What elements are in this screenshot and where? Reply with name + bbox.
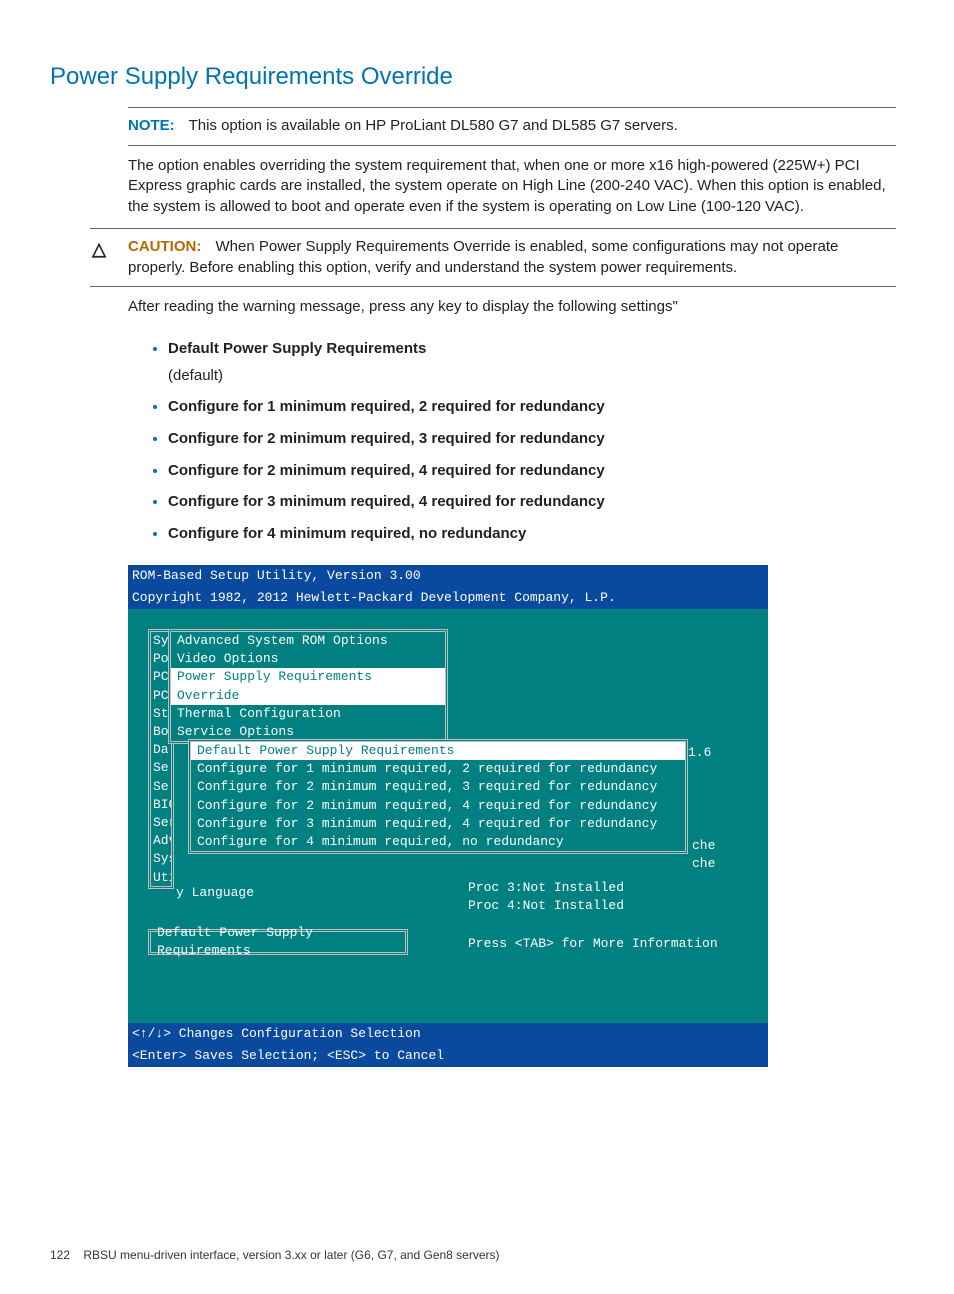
option-sub: (default) — [168, 366, 904, 387]
list-item: Configure for 1 minimum required, 2 requ… — [168, 396, 904, 418]
bios-proc-4: Proc 4:Not Installed — [468, 897, 624, 915]
bios-submenu-item[interactable]: Configure for 1 minimum required, 2 requ… — [191, 760, 685, 778]
bios-submenu[interactable]: Default Power Supply Requirements Config… — [188, 739, 688, 854]
bios-fragment: che — [692, 855, 715, 873]
list-item: Configure for 2 minimum required, 3 requ… — [168, 428, 904, 450]
bios-fragment: che — [692, 837, 715, 855]
option-label: Default Power Supply Requirements — [168, 340, 426, 357]
option-label: Configure for 2 minimum required, 4 requ… — [168, 462, 605, 479]
note-text: This option is available on HP ProLiant … — [189, 117, 678, 134]
note-label: NOTE: — [128, 117, 175, 134]
bios-main-menu[interactable]: Advanced System ROM Options Video Option… — [168, 629, 448, 744]
bios-proc-3: Proc 3:Not Installed — [468, 879, 624, 897]
page-footer: 122 RBSU menu-driven interface, version … — [50, 1247, 904, 1264]
caution-text: When Power Supply Requirements Override … — [128, 238, 838, 276]
bios-submenu-item[interactable]: Configure for 3 minimum required, 4 requ… — [191, 815, 685, 833]
options-list: Default Power Supply Requirements (defau… — [128, 338, 904, 545]
caution-label: CAUTION: — [128, 238, 201, 255]
bios-header-2: Copyright 1982, 2012 Hewlett-Packard Dev… — [128, 587, 768, 609]
list-item: Configure for 4 minimum required, no red… — [168, 523, 904, 545]
bios-fragment: 1.6 — [688, 744, 711, 762]
bios-footer-2: <Enter> Saves Selection; <ESC> to Cancel — [128, 1045, 768, 1067]
section-title: Power Supply Requirements Override — [50, 60, 904, 93]
bios-menu-item[interactable]: Thermal Configuration — [171, 705, 445, 723]
list-item: Configure for 3 minimum required, 4 requ… — [168, 491, 904, 513]
footer-text: RBSU menu-driven interface, version 3.xx… — [83, 1248, 499, 1262]
bios-menu-item[interactable]: Video Options — [171, 650, 445, 668]
caution-icon: △ — [90, 237, 108, 278]
list-item: Default Power Supply Requirements (defau… — [168, 338, 904, 386]
bios-submenu-item-selected[interactable]: Default Power Supply Requirements — [191, 742, 685, 760]
bios-status: Default Power Supply Requirements — [148, 929, 408, 955]
list-item: Configure for 2 minimum required, 4 requ… — [168, 460, 904, 482]
option-label: Configure for 3 minimum required, 4 requ… — [168, 493, 605, 510]
bios-fragment: y Language — [176, 884, 254, 902]
bios-submenu-item[interactable]: Configure for 4 minimum required, no red… — [191, 833, 685, 851]
page-number: 122 — [50, 1247, 80, 1264]
bios-submenu-item[interactable]: Configure for 2 minimum required, 3 requ… — [191, 778, 685, 796]
option-label: Configure for 2 minimum required, 3 requ… — [168, 430, 605, 447]
paragraph-2: After reading the warning message, press… — [128, 287, 896, 328]
bios-tab-hint: Press <TAB> for More Information — [468, 935, 718, 953]
option-label: Configure for 1 minimum required, 2 requ… — [168, 398, 605, 415]
bios-footer-1: <↑/↓> Changes Configuration Selection — [128, 1023, 768, 1045]
bios-header-1: ROM-Based Setup Utility, Version 3.00 — [128, 565, 768, 587]
paragraph-1: The option enables overriding the system… — [128, 146, 896, 228]
option-label: Configure for 4 minimum required, no red… — [168, 525, 526, 542]
bios-submenu-item[interactable]: Configure for 2 minimum required, 4 requ… — [191, 797, 685, 815]
bios-menu-item-selected[interactable]: Power Supply Requirements Override — [171, 668, 445, 704]
bios-screenshot: ROM-Based Setup Utility, Version 3.00 Co… — [128, 565, 768, 1068]
bios-menu-item[interactable]: Advanced System ROM Options — [171, 632, 445, 650]
